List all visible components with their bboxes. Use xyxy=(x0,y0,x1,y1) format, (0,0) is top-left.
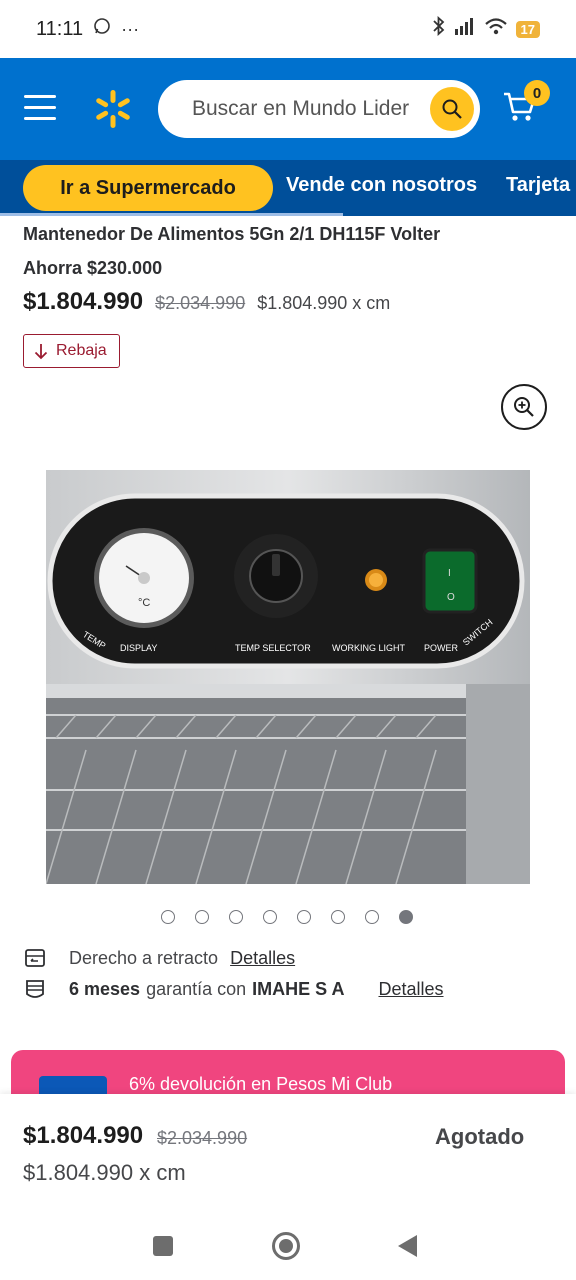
promo-text: 6% devolución en Pesos Mi Club xyxy=(129,1074,393,1094)
battery-indicator: 17 xyxy=(515,20,540,38)
home-icon[interactable] xyxy=(272,1232,300,1260)
search-icon xyxy=(442,99,462,119)
retract-row: Derecho a retracto Detalles xyxy=(23,946,295,970)
category-nav: Ir a Supermercado Vende con nosotros Tar… xyxy=(0,160,576,216)
warranty-shield-icon xyxy=(26,980,44,998)
search-button[interactable] xyxy=(430,87,474,131)
retract-details-link[interactable]: Detalles xyxy=(230,948,295,969)
old-price: $2.034.990 xyxy=(155,293,246,313)
carousel-dot[interactable] xyxy=(161,910,175,924)
carousel-dot[interactable] xyxy=(263,910,277,924)
celsius-label: °C xyxy=(138,597,150,609)
product-image[interactable]: °C I O TEMP DISPLAY TEMP SELECTOR WORKIN… xyxy=(46,470,530,884)
warranty-text: garantía con xyxy=(146,978,247,999)
working-light-label: WORKING LIGHT xyxy=(332,643,406,653)
price-row: $1.804.990 $2.034.990 $1.804.990 x cm xyxy=(23,288,390,316)
bottom-price-bar: $1.804.990 $2.034.990 $1.804.990 x cm Ag… xyxy=(0,1094,576,1210)
warranty-duration: 6 meses xyxy=(69,978,141,999)
status-time: 11:11 xyxy=(36,17,84,40)
warranty-provider: IMAHE S A xyxy=(252,978,345,999)
rebaja-badge: Rebaja xyxy=(23,334,120,368)
menu-icon[interactable] xyxy=(24,95,56,123)
warranty-row: 6 meses garantía con IMAHE S A Detalles xyxy=(23,977,444,1001)
zoom-in-icon xyxy=(514,397,534,417)
current-price: $1.804.990 xyxy=(23,288,144,315)
back-icon[interactable] xyxy=(398,1235,417,1257)
rebaja-label: Rebaja xyxy=(56,342,107,359)
arrow-down-icon xyxy=(34,344,48,360)
food-warmer-photo: °C I O TEMP DISPLAY TEMP SELECTOR WORKIN… xyxy=(46,470,530,884)
system-navigation-bar xyxy=(0,1210,576,1280)
zoom-button[interactable] xyxy=(501,384,547,430)
signal-icon xyxy=(454,17,476,41)
carousel-dot[interactable] xyxy=(229,910,243,924)
more-notifications-icon: ··· xyxy=(121,18,140,39)
carousel-dot[interactable] xyxy=(297,910,311,924)
search-input[interactable] xyxy=(192,97,422,121)
nav-link-tarjeta[interactable]: Tarjeta xyxy=(506,174,570,197)
carousel-dots xyxy=(161,910,413,924)
bluetooth-icon xyxy=(432,15,446,42)
carousel-dot[interactable] xyxy=(365,910,379,924)
status-bar: 11:11 ··· 17 xyxy=(0,0,576,58)
cart-count-badge: 0 xyxy=(524,80,550,106)
product-title: Mantenedor De Alimentos 5Gn 2/1 DH115F V… xyxy=(23,224,441,244)
recents-icon[interactable] xyxy=(153,1236,173,1256)
carousel-dot[interactable] xyxy=(331,910,345,924)
svg-text:I: I xyxy=(448,568,451,579)
carousel-dot-active[interactable] xyxy=(399,910,413,924)
bottom-current-price: $1.804.990 xyxy=(23,1122,144,1149)
power-label: POWER xyxy=(424,643,459,653)
savings-text: Ahorra $230.000 xyxy=(23,258,163,278)
search-bar[interactable] xyxy=(158,80,480,138)
temp-selector-label: TEMP SELECTOR xyxy=(235,643,311,653)
availability-status: Agotado xyxy=(435,1124,525,1149)
nav-supermercado-button[interactable]: Ir a Supermercado xyxy=(23,165,273,211)
warranty-details-link[interactable]: Detalles xyxy=(378,979,443,1000)
display-label: DISPLAY xyxy=(120,643,157,653)
nav-link-vende[interactable]: Vende con nosotros xyxy=(286,174,477,197)
nav-scroll-indicator xyxy=(0,213,343,216)
bottom-unit-price: $1.804.990 x cm xyxy=(23,1160,186,1185)
carousel-dot[interactable] xyxy=(195,910,209,924)
unit-price: $1.804.990 x cm xyxy=(257,293,391,313)
bottom-old-price: $2.034.990 xyxy=(157,1128,248,1148)
app-header: 0 xyxy=(0,58,576,160)
walmart-spark-logo-icon[interactable] xyxy=(92,88,134,130)
whatsapp-icon xyxy=(93,17,111,41)
wifi-icon xyxy=(484,17,508,41)
return-policy-icon xyxy=(25,949,45,967)
svg-text:O: O xyxy=(447,592,455,603)
retract-label: Derecho a retracto xyxy=(69,947,219,968)
